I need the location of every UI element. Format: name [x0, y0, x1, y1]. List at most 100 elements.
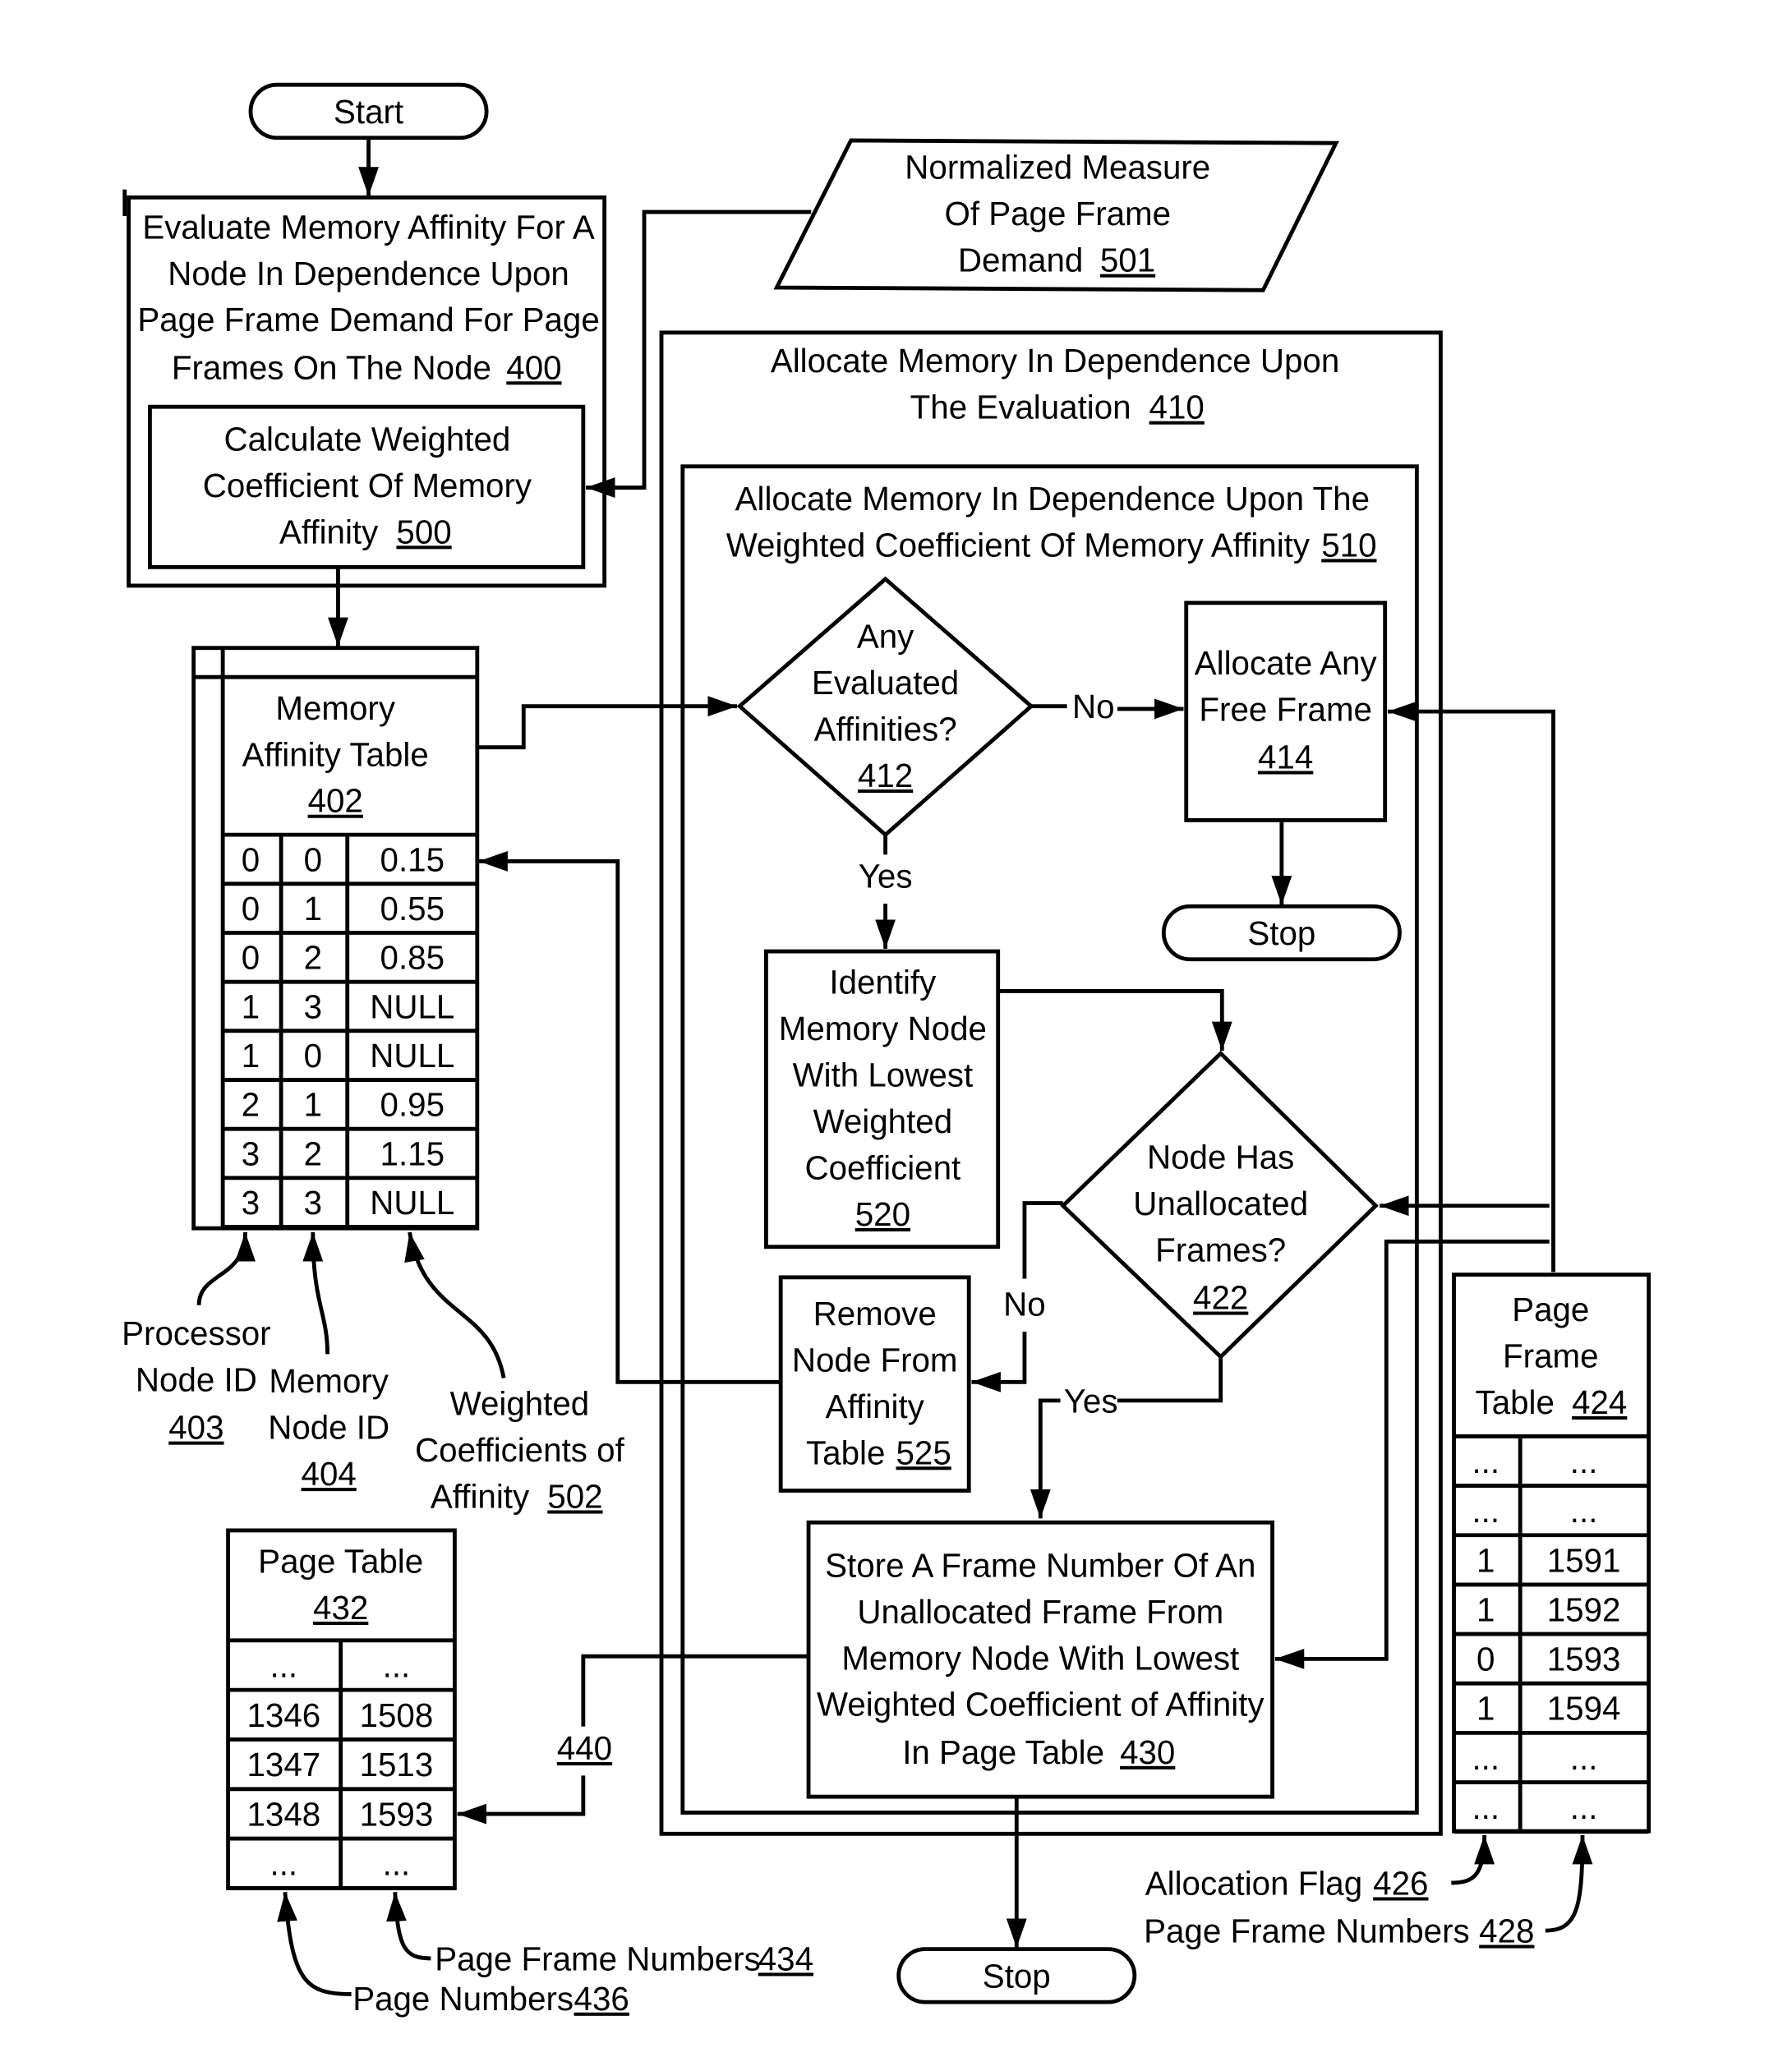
table-cell: ...	[1472, 1788, 1499, 1826]
callout-404-line: Memory	[269, 1362, 389, 1400]
callout-502-line: Coefficients of	[415, 1431, 625, 1469]
arrow-page-frame-table-to-414	[1387, 701, 1555, 1273]
table-cell: ...	[270, 1845, 298, 1883]
callout-arrow-403	[196, 1231, 256, 1305]
step-430-line: Memory Node With Lowest	[841, 1639, 1239, 1677]
table-row: 1 1592	[1453, 1590, 1649, 1636]
table-cell: 1593	[1547, 1641, 1621, 1678]
step-414-line: Allocate Any	[1195, 644, 1378, 682]
arrow-422-yes-to-430	[1030, 1398, 1061, 1519]
stop-1-label: Stop	[1247, 914, 1315, 952]
connector-440-label: 440	[557, 1729, 612, 1767]
affinity-table-title: Memory	[275, 689, 395, 727]
input-501-line: Demand	[958, 242, 1083, 279]
callout-arrow-428	[1545, 1834, 1593, 1933]
step-520-line: Memory Node	[779, 1010, 987, 1047]
step-410-ref: 410	[1149, 389, 1205, 426]
callout-page-frame-numbers-434: Page Frame Numbers 434	[435, 1940, 813, 1977]
table-cell: 1346	[246, 1696, 320, 1734]
table-cell: 1593	[360, 1795, 434, 1833]
step-520-line: Weighted	[813, 1102, 953, 1140]
step-520-line: With Lowest	[793, 1056, 974, 1094]
step-520-line: Coefficient	[805, 1149, 961, 1187]
table-cell: 2	[242, 1086, 260, 1124]
step-500-line: Calculate Weighted	[224, 420, 511, 458]
callout-page-numbers-436: Page Numbers 436	[352, 1980, 629, 2018]
callout-403-line: Processor	[122, 1314, 270, 1352]
table-cell: ...	[1472, 1739, 1499, 1777]
table-cell: 1348	[246, 1795, 320, 1833]
arrow-affinity-table-to-412	[477, 696, 737, 750]
step-430-line: Unallocated Frame From	[857, 1593, 1223, 1631]
step-510-line: Weighted Coefficient Of Memory Affinity	[726, 526, 1311, 564]
table-cell: ...	[270, 1646, 298, 1684]
page-table-title: Page Table	[258, 1543, 423, 1581]
callout-428-label: Page Frame Numbers	[1144, 1912, 1470, 1950]
callout-404-line: Node ID	[268, 1409, 389, 1447]
callout-memory-node-id: Memory Node ID 404	[268, 1362, 389, 1493]
callout-404-ref: 404	[302, 1455, 357, 1493]
table-cell: 1594	[1547, 1690, 1621, 1728]
callout-426-ref: 426	[1373, 1864, 1428, 1902]
table-row: 1 1594	[1453, 1690, 1649, 1735]
decision-412-line: Any	[857, 618, 914, 656]
table-cell: 2	[304, 1134, 322, 1172]
table-row: 1 1591	[1453, 1541, 1649, 1587]
step-510-ref: 510	[1321, 526, 1376, 564]
step-525-line: Node From	[792, 1341, 958, 1378]
callout-436-ref: 436	[574, 1980, 629, 2018]
table-cell: 0	[242, 840, 260, 878]
table-cell: 1.15	[380, 1134, 445, 1172]
step-525-line: Affinity	[826, 1388, 925, 1425]
table-cell: 1	[1476, 1541, 1495, 1579]
table-cell: 0	[242, 939, 260, 977]
step-430-line: Weighted Coefficient of Affinity	[817, 1686, 1265, 1724]
callout-426-label: Allocation Flag	[1145, 1864, 1362, 1902]
decision-422-yes-label: Yes	[1064, 1382, 1118, 1420]
table-cell: 1508	[360, 1696, 434, 1734]
table-cell: 2	[304, 939, 322, 977]
step-430-ref: 430	[1120, 1733, 1175, 1771]
input-501-ref: 501	[1100, 242, 1155, 279]
arrow-525-to-affinity-table	[478, 850, 781, 1384]
table-row: 0 1593	[1453, 1641, 1649, 1686]
decision-422-line: Unallocated	[1133, 1185, 1308, 1222]
page-frame-table-title: Table	[1476, 1383, 1555, 1421]
arrow-422-no-to-525	[971, 1331, 1027, 1392]
decision-412-line: Affinities?	[814, 711, 957, 748]
step-520-line: Identify	[829, 964, 937, 1001]
step-525-ref: 525	[896, 1434, 951, 1471]
input-501-normalized-measure: Normalized Measure Of Page Frame Demand …	[773, 138, 1339, 292]
step-500-ref: 500	[396, 513, 451, 550]
arrow-430-to-page-table	[457, 1775, 586, 1825]
callout-502-line: Weighted	[450, 1385, 590, 1423]
step-430-line: Store A Frame Number Of An	[825, 1546, 1255, 1584]
table-cell: 3	[242, 1134, 260, 1172]
table-cell: ...	[1570, 1492, 1598, 1530]
callout-428-ref: 428	[1479, 1912, 1534, 1950]
callout-allocation-flag-426: Allocation Flag 426	[1145, 1864, 1429, 1902]
step-414-allocate-any-free-frame: Allocate Any Free Frame 414	[1184, 601, 1388, 822]
table-cell: 1	[304, 890, 322, 927]
affinity-table-ref: 402	[308, 782, 363, 820]
step-430-store-frame-number: Store A Frame Number Of An Unallocated F…	[806, 1520, 1274, 1799]
callout-434-ref: 434	[758, 1940, 813, 1977]
start-label: Start	[334, 93, 403, 131]
callout-434-label: Page Frame Numbers	[435, 1940, 761, 1977]
table-cell: 0	[304, 840, 322, 878]
table-cell: ...	[383, 1646, 411, 1684]
step-400-line: Evaluate Memory Affinity For A	[142, 208, 595, 246]
decision-412-yes-label: Yes	[859, 858, 913, 895]
callout-processor-node-id: Processor Node ID 403	[122, 1314, 270, 1447]
callout-weighted-coefficients: Weighted Coefficients of Affinity 502	[415, 1385, 625, 1516]
table-cell: ...	[383, 1845, 411, 1883]
table-cell: 1	[304, 1086, 322, 1124]
table-cell: NULL	[370, 1184, 454, 1222]
input-501-line: Of Page Frame	[944, 195, 1171, 232]
table-cell: 0.85	[380, 939, 445, 977]
table-cell: ...	[1570, 1739, 1598, 1777]
step-500-line: Affinity	[279, 513, 379, 550]
decision-422-node-has-unallocated-frames: Node Has Unallocated Frames? 422	[1060, 1050, 1379, 1360]
step-414-ref: 414	[1258, 738, 1313, 775]
callout-arrow-436	[277, 1892, 352, 1996]
